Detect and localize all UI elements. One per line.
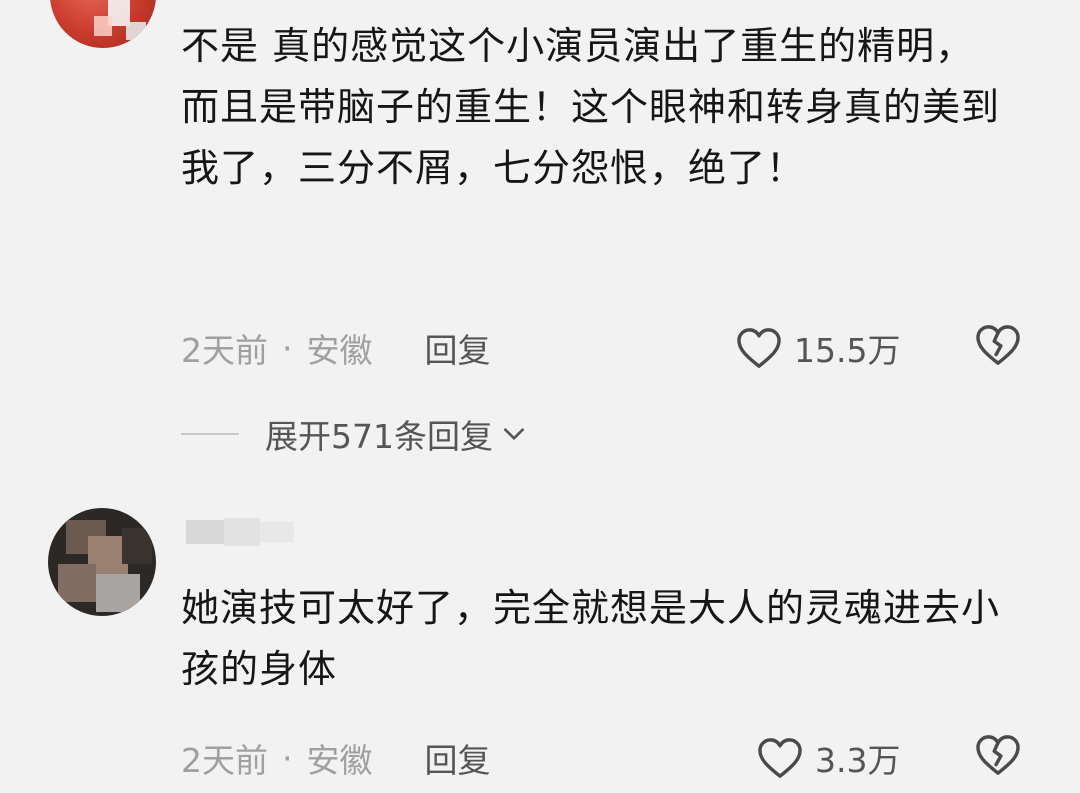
heart-outline-icon [758,738,802,778]
broken-heart-icon [976,735,1020,775]
meta-separator: · [282,738,293,778]
dislike-button[interactable] [975,734,1021,780]
comment-time: 2天前 [181,331,268,370]
username-blurred[interactable] [180,512,330,552]
heart-outline-icon [737,328,781,368]
comment-meta: 2天前 · 安徽 回复 [181,324,491,372]
comment-location: 安徽 [306,331,373,370]
like-count: 15.5万 [794,331,901,370]
like-count: 3.3万 [815,741,901,780]
comment-text: 不是 真的感觉这个小演员演出了重生的精明，而且是带脑子的重生！这个眼神和转身真的… [181,24,1001,190]
meta-separator: · [282,328,293,368]
comment-time: 2天前 [181,741,268,780]
divider [181,433,239,435]
dislike-button[interactable] [975,324,1021,370]
reply-button[interactable]: 回复 [425,734,491,782]
avatar[interactable] [50,0,156,48]
like-button[interactable]: 15.5万 [736,324,900,372]
expand-replies-button[interactable]: 展开571条回复 [181,412,527,456]
chevron-down-icon [504,428,524,440]
comment-location: 安徽 [306,741,373,780]
comment-text: 她演技可太好了，完全就想是大人的灵魂进去小孩的身体 [181,586,1001,691]
reply-button[interactable]: 回复 [425,324,491,372]
avatar[interactable] [48,508,156,616]
comment-meta: 2天前 · 安徽 回复 [181,734,491,782]
broken-heart-icon [976,325,1020,365]
like-button[interactable]: 3.3万 [757,734,900,782]
expand-replies-label: 展开571条回复 [265,417,493,456]
